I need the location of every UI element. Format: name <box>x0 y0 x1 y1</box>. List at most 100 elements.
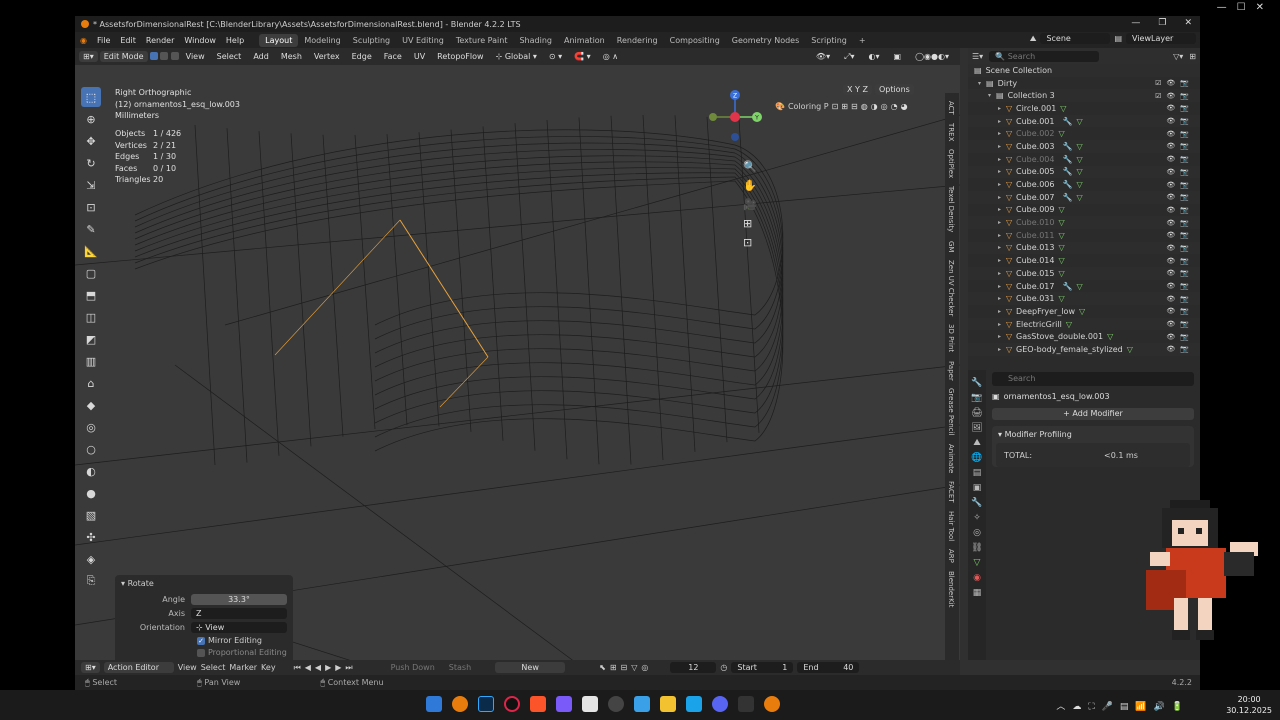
visibility-icons[interactable]: 👁📷 <box>1166 333 1194 341</box>
system-tray[interactable]: ︿☁⛶🎤▤📶🔊🔋 <box>1056 699 1190 712</box>
modifier-tab-icon[interactable]: 🔧 <box>971 498 982 508</box>
vp-menu-retopoflow[interactable]: RetopoFlow <box>432 52 488 61</box>
blender-app-icon[interactable] <box>764 696 780 712</box>
select-box-tool-icon[interactable]: ⬚ <box>81 87 101 107</box>
outliner-editor-icon[interactable]: ☰▾ <box>972 52 983 61</box>
file-explorer-icon[interactable] <box>660 696 676 712</box>
particles-tab-icon[interactable]: ✧ <box>973 513 981 523</box>
menu-help[interactable]: Help <box>221 36 249 45</box>
expand-icon[interactable]: ▸ <box>998 283 1006 290</box>
mesh-data-icon[interactable]: ▽ <box>1079 307 1085 316</box>
outliner-object-row[interactable]: ▸ ▽ Circle.001 ▽ 👁📷 <box>968 102 1200 115</box>
n-tab[interactable]: OptiPlex <box>947 149 955 178</box>
visibility-icons[interactable]: 👁📷 <box>1166 257 1194 265</box>
tab-sculpting[interactable]: Sculpting <box>347 34 396 47</box>
expand-icon[interactable]: ▸ <box>998 105 1006 112</box>
loop-cut-tool-icon[interactable]: ▥ <box>81 351 101 371</box>
tab-uv-editing[interactable]: UV Editing <box>396 34 450 47</box>
mesh-data-icon[interactable]: ▽ <box>1058 256 1064 265</box>
mesh-data-icon[interactable]: ▽ <box>1058 231 1064 240</box>
subcollection-row[interactable]: ▾ ▤ Collection 3 ☑👁📷 <box>968 89 1200 103</box>
window-controls[interactable]: — ❐ ✕ <box>1131 18 1192 28</box>
tl-menu-select[interactable]: Select <box>201 663 226 672</box>
orientation-dropdown[interactable]: ⊹ View <box>191 622 287 633</box>
vp-menu-add[interactable]: Add <box>248 52 274 61</box>
new-action-button[interactable]: New <box>495 662 566 673</box>
visibility-icons[interactable]: 👁📷 <box>1166 181 1194 189</box>
expand-icon[interactable]: ▸ <box>998 333 1006 340</box>
mesh-data-icon[interactable]: ▽ <box>1066 320 1072 329</box>
collection-row[interactable]: ▾ ▤ Dirty ☑👁📷 <box>968 77 1200 90</box>
mesh-data-icon[interactable]: ▽ <box>1076 167 1082 176</box>
os-window-controls[interactable]: —☐✕ <box>1217 2 1274 13</box>
world-tab-icon[interactable]: 🌐 <box>971 453 982 463</box>
current-frame-field[interactable]: 12 <box>670 662 717 673</box>
transform-tool-icon[interactable]: ⊡ <box>81 197 101 217</box>
visibility-icons[interactable]: 👁📷 <box>1166 345 1194 353</box>
bevel-tool-icon[interactable]: ◩ <box>81 329 101 349</box>
quad-view-icon[interactable]: ⊡ <box>743 236 757 249</box>
new-collection-icon[interactable]: ⊞ <box>1189 52 1200 61</box>
xray-toggle[interactable]: ▣ <box>889 52 907 62</box>
notes-icon[interactable] <box>634 696 650 712</box>
axis-lock-buttons[interactable]: X Y Z <box>843 84 872 95</box>
outliner-object-row[interactable]: ▸ ▽ Cube.010 ▽ 👁📷 <box>968 216 1200 229</box>
snap-tool-icon[interactable]: ◈ <box>81 549 101 569</box>
tl-filter-icons[interactable]: ⬉⊞⊟▽◎ <box>599 663 652 672</box>
outliner-object-row[interactable]: ▸ ▽ Cube.003 🔧 ▽ 👁📷 <box>968 140 1200 153</box>
edge-slide-tool-icon[interactable]: ◐ <box>81 461 101 481</box>
n-tab[interactable]: Grease Pencil <box>947 388 955 435</box>
mesh-data-icon[interactable]: ▽ <box>1076 117 1082 126</box>
shrink-tool-icon[interactable]: ● <box>81 483 101 503</box>
mode-selector[interactable]: Edit Mode <box>99 51 148 62</box>
extrude-tool-icon[interactable]: ⬒ <box>81 285 101 305</box>
add-workspace-icon[interactable]: + <box>853 34 872 47</box>
modifier-icon[interactable]: 🔧 <box>1062 155 1072 164</box>
outliner-object-row[interactable]: ▸ ▽ Cube.011 ▽ 👁📷 <box>968 229 1200 242</box>
action-editor-selector[interactable]: Action Editor <box>103 662 174 673</box>
vp-menu-uv[interactable]: UV <box>409 52 430 61</box>
expand-icon[interactable]: ▸ <box>998 321 1006 328</box>
mesh-data-icon[interactable]: ▽ <box>1058 205 1064 214</box>
minimize-icon[interactable]: — <box>1131 18 1140 28</box>
mesh-data-icon[interactable]: ▽ <box>1058 294 1064 303</box>
outliner-object-row[interactable]: ▸ ▽ Cube.014 ▽ 👁📷 <box>968 254 1200 267</box>
visibility-icons[interactable]: 👁📷 <box>1166 320 1194 328</box>
poly-build-tool-icon[interactable]: ◆ <box>81 395 101 415</box>
modifier-icon[interactable]: 🔧 <box>1062 117 1072 126</box>
properties-object-name[interactable]: ornamentos1_esq_low.003 <box>1004 392 1110 401</box>
collection-tab-icon[interactable]: ▤ <box>973 468 982 478</box>
mesh-data-icon[interactable]: ▽ <box>1058 129 1064 138</box>
vp-menu-face[interactable]: Face <box>379 52 407 61</box>
tab-rendering[interactable]: Rendering <box>611 34 664 47</box>
tab-modeling[interactable]: Modeling <box>298 34 346 47</box>
expand-icon[interactable]: ▸ <box>998 270 1006 277</box>
app-icon[interactable] <box>738 696 754 712</box>
measure-tool-icon[interactable]: 📐 <box>81 241 101 261</box>
expand-icon[interactable]: ▸ <box>998 181 1006 188</box>
mesh-data-icon[interactable]: ▽ <box>1058 218 1064 227</box>
scene-collection-row[interactable]: ▤ Scene Collection <box>968 64 1200 77</box>
overlay-icons[interactable]: ⊡⊞⊟◍◑◎◔◕ <box>832 102 911 111</box>
menu-edit[interactable]: Edit <box>115 36 141 45</box>
shading-buttons[interactable]: ◯◉●◐▾ <box>910 52 954 62</box>
mesh-data-icon[interactable]: ▽ <box>1058 243 1064 252</box>
navigation-gizmo[interactable]: Z Y <box>705 87 765 147</box>
visibility-selector[interactable]: 👁▾ <box>811 52 835 62</box>
tab-animation[interactable]: Animation <box>558 34 611 47</box>
visibility-icons[interactable]: 👁📷 <box>1166 269 1194 277</box>
visibility-icons[interactable]: 👁📷 <box>1166 295 1194 303</box>
visibility-icons[interactable]: 👁📷 <box>1166 142 1194 150</box>
start-menu-icon[interactable] <box>426 696 442 712</box>
scene-tab-icon[interactable]: ⛰ <box>973 438 981 448</box>
rotate-tool-icon[interactable]: ↻ <box>81 153 101 173</box>
outliner-object-row[interactable]: ▸ ▽ Cube.006 🔧 ▽ 👁📷 <box>968 178 1200 191</box>
stash-button[interactable]: Stash <box>449 663 471 672</box>
annotate-tool-icon[interactable]: ✎ <box>81 219 101 239</box>
proportional-editing-checkbox[interactable] <box>197 648 205 657</box>
maximize-icon[interactable]: ❐ <box>1158 18 1166 28</box>
menu-window[interactable]: Window <box>179 36 221 45</box>
outliner-object-row[interactable]: ▸ ▽ Cube.007 🔧 ▽ 👁📷 <box>968 190 1200 204</box>
mesh-data-icon[interactable]: ▽ <box>1076 193 1082 202</box>
gizmo-x-axis[interactable] <box>730 112 740 122</box>
